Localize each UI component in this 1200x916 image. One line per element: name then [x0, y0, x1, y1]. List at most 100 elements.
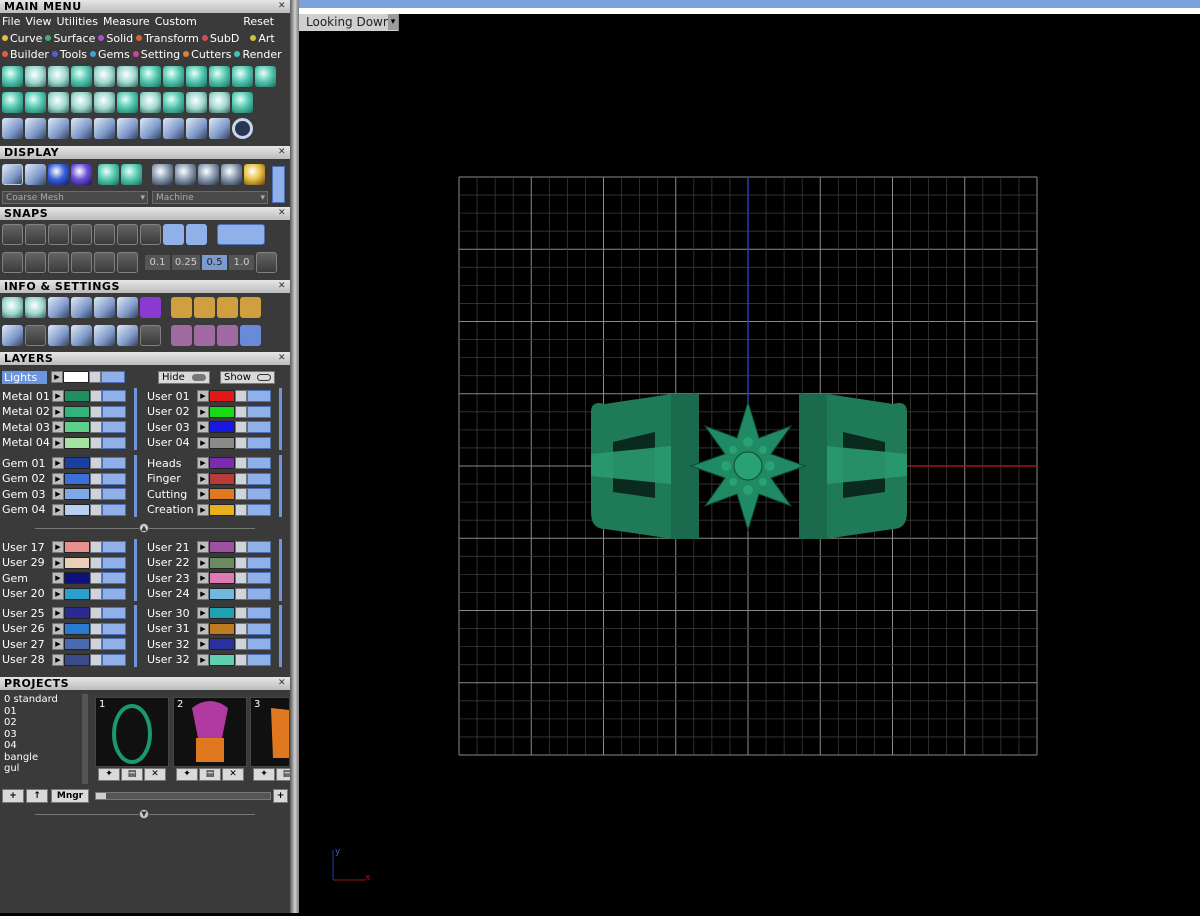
lock-icon[interactable] [235, 472, 247, 485]
command-bar[interactable] [299, 0, 1200, 8]
layer-row[interactable]: User 02 ▶ [147, 405, 271, 419]
search-icon[interactable] [25, 297, 46, 318]
color-swatch[interactable] [209, 436, 235, 449]
tool-icon[interactable] [117, 118, 138, 139]
visibility-button[interactable] [102, 405, 126, 418]
project-list-scrollbar[interactable] [82, 694, 88, 784]
close-icon[interactable]: ✕ [277, 147, 287, 157]
tool-icon[interactable] [163, 92, 184, 113]
lock-icon[interactable] [235, 405, 247, 418]
gold-sphere-icon[interactable] [244, 164, 265, 185]
color-swatch[interactable] [64, 541, 90, 553]
tool-icon[interactable] [2, 92, 23, 113]
snap-icon[interactable] [2, 252, 23, 273]
material-sphere-icon[interactable] [175, 164, 196, 185]
tool-icon[interactable] [71, 118, 92, 139]
play-icon[interactable]: ▶ [197, 488, 209, 500]
visibility-button[interactable] [102, 472, 126, 485]
layer-label[interactable]: Metal 03 [2, 421, 52, 434]
visibility-button[interactable] [102, 436, 126, 449]
up-icon[interactable]: ↑ [26, 789, 48, 803]
visibility-button[interactable] [102, 457, 126, 469]
layer-label[interactable]: Metal 02 [2, 405, 52, 418]
color-swatch[interactable] [209, 472, 235, 485]
layer-label[interactable]: User 32 [147, 653, 197, 666]
color-swatch[interactable] [209, 556, 235, 569]
color-swatch[interactable] [64, 622, 90, 635]
layer-group-bar[interactable] [279, 455, 282, 517]
play-icon[interactable]: ▶ [197, 638, 209, 650]
move-icon[interactable]: ✦ [253, 768, 275, 781]
layer-group-bar[interactable] [134, 455, 137, 517]
tool-icon[interactable] [48, 66, 69, 87]
play-icon[interactable]: ▶ [52, 390, 64, 402]
color-swatch[interactable] [64, 488, 90, 500]
layer-row[interactable]: Finger ▶ [147, 472, 271, 486]
layer-row[interactable]: User 32 ▶ [147, 637, 271, 651]
panel-splitter[interactable] [290, 0, 299, 913]
layer-row[interactable]: Gem 02 ▶ [2, 472, 126, 486]
project-list[interactable]: 0 standard 01 02 03 04 bangle gul [2, 694, 88, 784]
play-icon[interactable]: ▶ [52, 488, 64, 500]
color-swatch[interactable] [64, 390, 90, 402]
play-icon[interactable]: ▶ [197, 556, 209, 569]
play-icon[interactable]: ▶ [52, 405, 64, 418]
tool-icon[interactable] [48, 297, 69, 318]
color-swatch[interactable] [64, 638, 90, 650]
snap-icon[interactable] [163, 224, 184, 245]
move-icon[interactable]: ✦ [176, 768, 198, 781]
tool-icon[interactable] [25, 92, 46, 113]
snap-value-1[interactable]: 0.25 [172, 255, 200, 270]
visibility-button[interactable] [247, 472, 271, 485]
lock-icon[interactable] [235, 607, 247, 619]
tool-icon[interactable] [94, 66, 115, 87]
tool-icon[interactable] [140, 118, 161, 139]
play-icon[interactable]: ▶ [197, 587, 209, 600]
lock-icon[interactable] [235, 421, 247, 433]
mesh-mode-dropdown[interactable]: Coarse Mesh [2, 191, 148, 204]
tool-icon[interactable] [171, 297, 192, 318]
play-icon[interactable]: ▶ [197, 622, 209, 635]
play-icon[interactable]: ▶ [52, 587, 64, 600]
play-icon[interactable]: ▶ [52, 436, 64, 449]
lock-icon[interactable] [90, 503, 102, 516]
category-tools[interactable]: Tools [51, 47, 87, 63]
category-art[interactable]: Art [250, 31, 275, 47]
play-icon[interactable]: ▶ [197, 653, 209, 666]
visibility-button[interactable] [102, 503, 126, 516]
layer-group-bar[interactable] [134, 388, 137, 450]
visibility-button[interactable] [101, 371, 125, 383]
play-icon[interactable]: ▶ [197, 421, 209, 433]
lock-icon[interactable] [90, 405, 102, 418]
tool-icon[interactable] [232, 66, 253, 87]
tool-icon[interactable] [71, 297, 92, 318]
layer-label[interactable]: Finger [147, 472, 197, 485]
delete-icon[interactable]: ✕ [222, 768, 244, 781]
color-swatch[interactable] [209, 390, 235, 402]
lock-icon[interactable] [90, 638, 102, 650]
play-icon[interactable]: ▶ [52, 503, 64, 516]
layer-row[interactable]: Heads ▶ [147, 456, 271, 470]
play-icon[interactable]: ▶ [52, 457, 64, 469]
lock-icon[interactable] [90, 436, 102, 449]
layer-label[interactable]: User 28 [2, 653, 52, 666]
reset-button[interactable]: Reset [243, 14, 274, 30]
layer-row[interactable]: Metal 01 ▶ [2, 389, 126, 403]
layer-label[interactable]: Gem 03 [2, 488, 52, 501]
play-icon[interactable]: ▶ [52, 622, 64, 635]
project-item[interactable]: gul [4, 763, 88, 775]
play-icon[interactable]: ▶ [52, 421, 64, 433]
project-item[interactable]: 01 [4, 706, 88, 718]
play-icon[interactable]: ▶ [52, 607, 64, 619]
tool-icon[interactable] [48, 92, 69, 113]
layer-label[interactable]: Heads [147, 457, 197, 470]
visibility-button[interactable] [102, 587, 126, 600]
snap-value-2[interactable]: 0.5 [202, 255, 227, 270]
color-swatch[interactable] [209, 607, 235, 619]
layer-row[interactable]: Metal 04 ▶ [2, 436, 126, 450]
visibility-button[interactable] [102, 421, 126, 433]
color-swatch[interactable] [209, 638, 235, 650]
color-swatch[interactable] [64, 421, 90, 433]
visibility-button[interactable] [247, 421, 271, 433]
color-swatch[interactable] [209, 421, 235, 433]
